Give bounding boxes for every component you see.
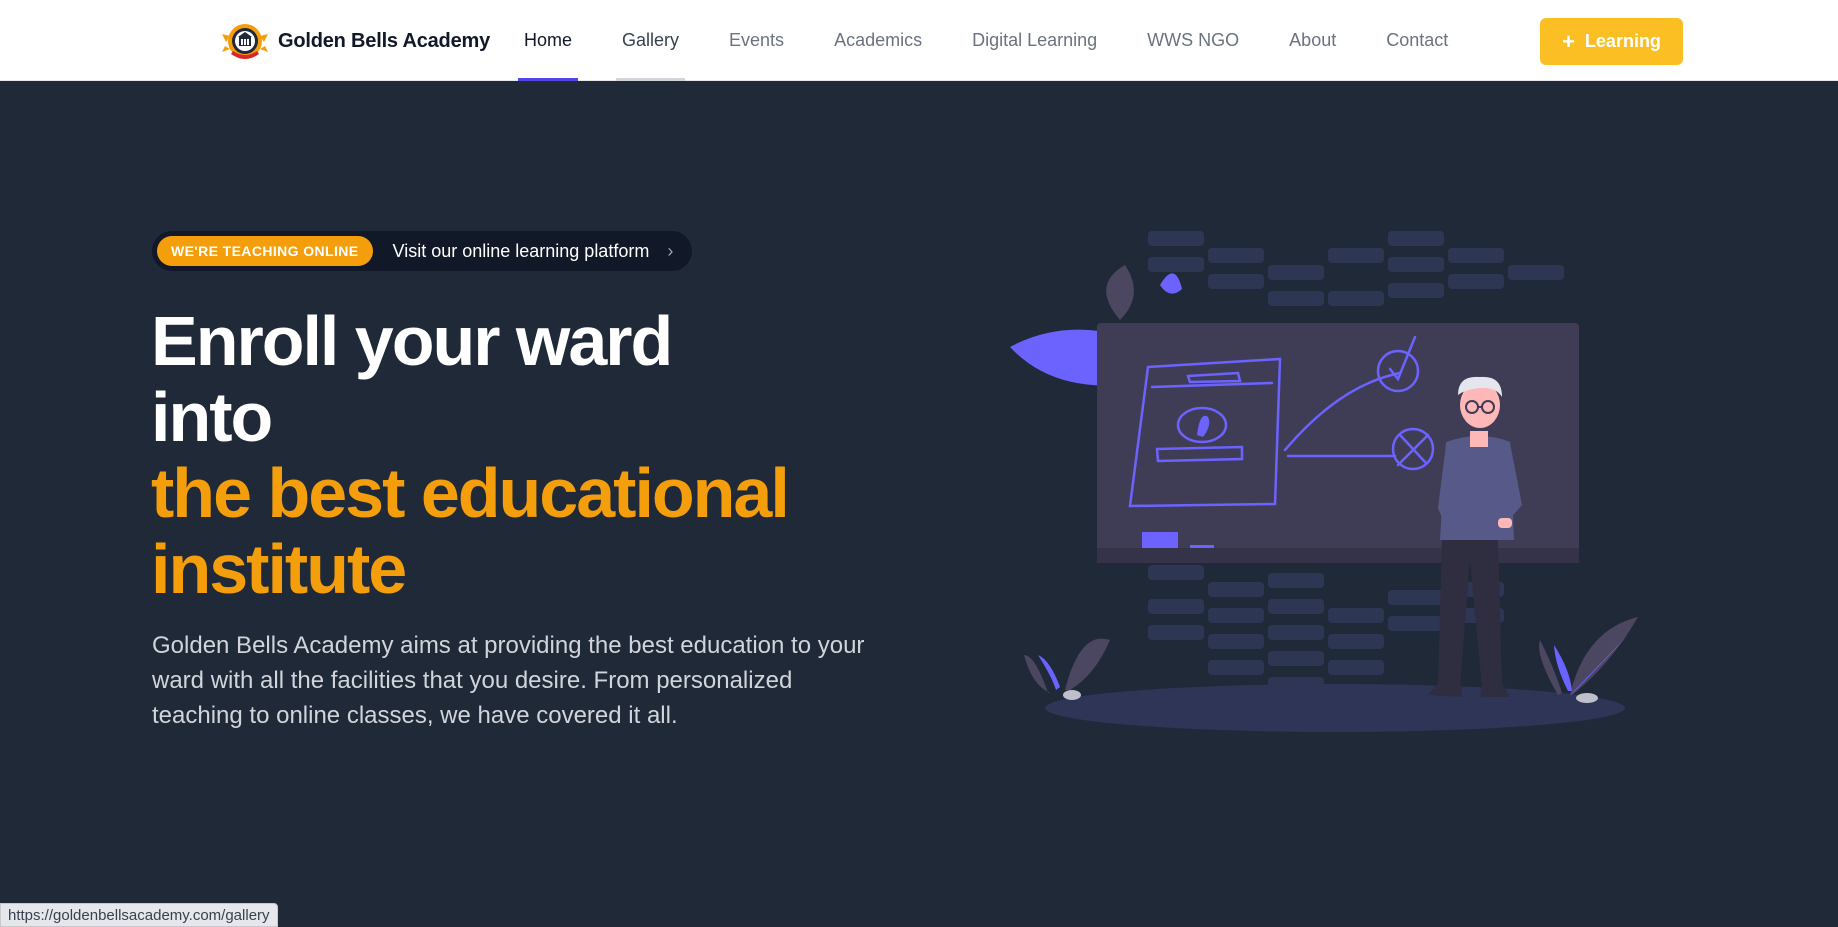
nav-item-about[interactable]: About xyxy=(1283,0,1342,81)
brand-name: Golden Bells Academy xyxy=(278,29,490,52)
status-bar-url: https://goldenbellsacademy.com/gallery xyxy=(0,903,278,927)
teacher-at-chalkboard-illustration xyxy=(1010,231,1638,732)
hero-description: Golden Bells Academy aims at providing t… xyxy=(152,632,865,729)
nav-item-events[interactable]: Events xyxy=(723,0,790,81)
nav-item-gallery[interactable]: Gallery xyxy=(616,0,686,81)
hero-headline: Enroll your ward into the best education… xyxy=(151,303,911,607)
headline-line-1: Enroll your ward xyxy=(151,302,673,380)
online-platform-pill[interactable]: WE'RE TEACHING ONLINE Visit our online l… xyxy=(152,231,692,271)
brand-link[interactable]: Golden Bells Academy xyxy=(222,20,490,62)
headline-highlight-2: institute xyxy=(151,530,407,608)
pill-text: Visit our online learning platform xyxy=(392,240,650,261)
nav-item-digital-learning[interactable]: Digital Learning xyxy=(966,0,1103,81)
learning-button[interactable]: + Learning xyxy=(1540,18,1683,65)
plus-icon: + xyxy=(1562,28,1575,54)
nav-item-contact[interactable]: Contact xyxy=(1380,0,1454,81)
nav-item-home[interactable]: Home xyxy=(518,0,579,81)
teaching-online-badge: WE'RE TEACHING ONLINE xyxy=(157,236,373,266)
chevron-right-icon: › xyxy=(667,240,674,261)
main-nav: Home Gallery Events Academics Digital Le… xyxy=(518,0,1492,81)
nav-item-academics[interactable]: Academics xyxy=(828,0,928,81)
school-crest-icon xyxy=(222,24,268,59)
nav-item-wws-ngo[interactable]: WWS NGO xyxy=(1141,0,1245,81)
headline-line-2: into xyxy=(151,378,273,456)
top-navbar: Golden Bells Academy Home Gallery Events… xyxy=(0,0,1838,81)
learning-button-label: Learning xyxy=(1584,31,1661,51)
headline-highlight-1: the best educational xyxy=(151,454,790,532)
